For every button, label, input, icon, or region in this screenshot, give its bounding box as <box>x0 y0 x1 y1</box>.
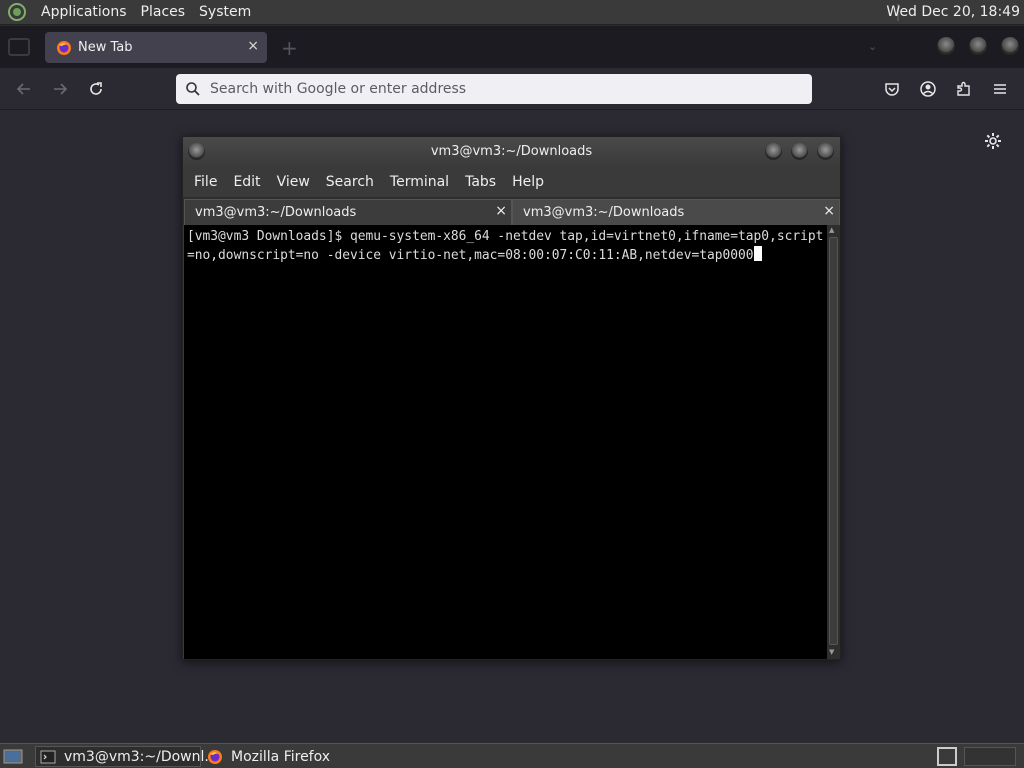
taskbar-item-terminal[interactable]: vm3@vm3:~/Downl... <box>35 746 218 767</box>
system-menu[interactable]: System <box>192 4 258 20</box>
show-desktop-icon[interactable] <box>3 748 23 765</box>
places-menu[interactable]: Places <box>134 4 193 20</box>
taskbar-item-label: vm3@vm3:~/Downl... <box>64 748 218 765</box>
tab-close-icon[interactable]: × <box>495 203 507 219</box>
bottom-panel: vm3@vm3:~/Downl... Mozilla Firefox <box>0 743 1024 768</box>
tab-close-icon[interactable]: × <box>247 38 259 54</box>
terminal-scrollbar[interactable]: ▲ ▼ <box>827 225 840 659</box>
terminal-menubar: File Edit View Search Terminal Tabs Help <box>183 167 840 197</box>
menu-help[interactable]: Help <box>504 174 552 190</box>
firefox-tab-new-tab[interactable]: New Tab × <box>45 32 267 63</box>
extensions-icon[interactable] <box>953 78 975 100</box>
new-tab-button[interactable]: + <box>281 36 298 60</box>
firefox-tab-strip: New Tab × + ⌄ <box>0 26 1024 68</box>
list-all-tabs-icon[interactable]: ⌄ <box>868 40 877 53</box>
search-icon <box>185 81 201 97</box>
taskbar-item-firefox[interactable]: Mozilla Firefox <box>203 746 371 767</box>
pocket-icon[interactable] <box>881 78 903 100</box>
scroll-up-icon[interactable]: ▲ <box>829 226 834 234</box>
top-panel: Applications Places System Wed Dec 20, 1… <box>0 0 1024 25</box>
maximize-button[interactable] <box>969 37 987 55</box>
terminal-maximize-button[interactable] <box>791 143 808 160</box>
terminal-close-button[interactable] <box>817 143 834 160</box>
hamburger-menu-icon[interactable] <box>989 78 1011 100</box>
forward-arrow-icon[interactable] <box>49 78 71 100</box>
menu-view[interactable]: View <box>269 174 318 190</box>
minimize-button[interactable] <box>937 37 955 55</box>
terminal-tab-bar: vm3@vm3:~/Downloads × vm3@vm3:~/Download… <box>183 197 840 225</box>
terminal-output[interactable]: [vm3@vm3 Downloads]$ qemu-system-x86_64 … <box>184 225 827 659</box>
menu-search[interactable]: Search <box>318 174 382 190</box>
applications-menu[interactable]: Applications <box>34 4 134 20</box>
workspace-area[interactable] <box>964 747 1016 766</box>
terminal-text[interactable]: [vm3@vm3 Downloads]$ qemu-system-x86_64 … <box>187 228 827 265</box>
terminal-tab-label: vm3@vm3:~/Downloads <box>195 205 357 220</box>
workspace-switcher-icon[interactable] <box>937 747 957 766</box>
text-cursor <box>753 246 762 261</box>
clock[interactable]: Wed Dec 20, 18:49 <box>886 0 1020 25</box>
menu-tabs[interactable]: Tabs <box>457 174 504 190</box>
search-input[interactable] <box>210 81 790 97</box>
gear-icon[interactable] <box>983 131 1003 151</box>
reload-icon[interactable] <box>85 78 107 100</box>
taskbar-item-label: Mozilla Firefox <box>231 748 331 765</box>
back-arrow-icon[interactable] <box>13 78 35 100</box>
menu-edit[interactable]: Edit <box>225 174 268 190</box>
menu-file[interactable]: File <box>186 174 225 190</box>
terminal-tab-2[interactable]: vm3@vm3:~/Downloads × <box>512 199 840 225</box>
menu-terminal[interactable]: Terminal <box>382 174 457 190</box>
scrollbar-thumb[interactable] <box>829 237 838 645</box>
firefox-icon <box>207 749 223 765</box>
firefox-favicon-icon <box>56 40 72 56</box>
close-button[interactable] <box>1001 37 1019 55</box>
url-bar[interactable] <box>176 74 812 104</box>
firefox-tab-title: New Tab <box>78 40 133 55</box>
scroll-down-icon[interactable]: ▼ <box>829 648 834 656</box>
terminal-window-title: vm3@vm3:~/Downloads <box>430 144 593 159</box>
firefox-view-icon[interactable] <box>8 38 30 56</box>
terminal-command-line: [vm3@vm3 Downloads]$ qemu-system-x86_64 … <box>187 229 824 263</box>
terminal-titlebar[interactable]: vm3@vm3:~/Downloads <box>183 137 840 167</box>
terminal-minimize-button[interactable] <box>765 143 782 160</box>
terminal-window[interactable]: vm3@vm3:~/Downloads File Edit View Searc… <box>182 136 841 660</box>
firefox-navbar <box>0 68 1024 110</box>
terminal-tab-1[interactable]: vm3@vm3:~/Downloads × <box>184 199 512 225</box>
account-icon[interactable] <box>917 78 939 100</box>
terminal-icon <box>40 749 56 765</box>
distro-logo-icon[interactable] <box>6 1 28 23</box>
tab-close-icon[interactable]: × <box>823 203 835 219</box>
terminal-tab-label: vm3@vm3:~/Downloads <box>523 205 685 220</box>
